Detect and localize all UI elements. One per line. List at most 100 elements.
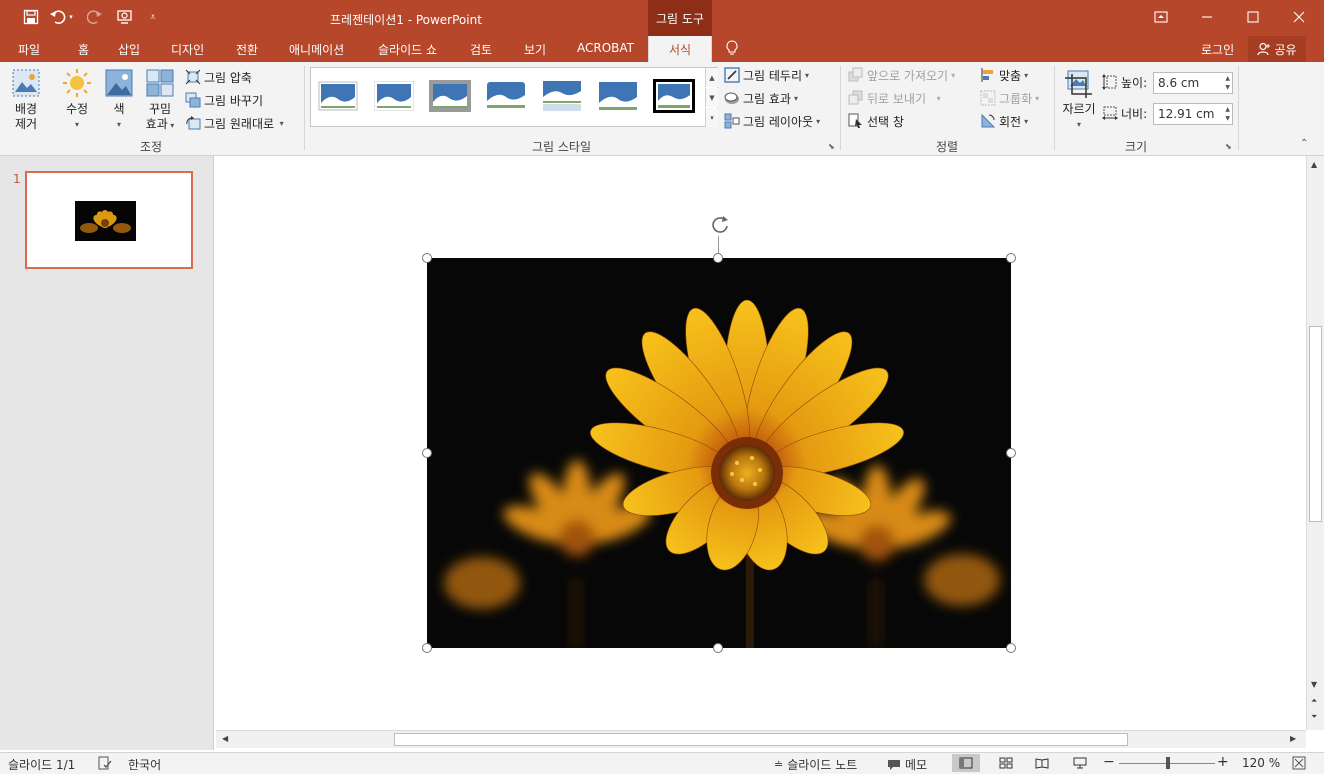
- size-dialog-launcher-icon[interactable]: ⬊: [1225, 142, 1232, 151]
- close-icon[interactable]: [1276, 4, 1322, 30]
- picture-style-7[interactable]: [653, 78, 695, 114]
- normal-view-icon[interactable]: [952, 754, 980, 772]
- maximize-icon[interactable]: [1230, 4, 1276, 30]
- tab-design[interactable]: 디자인: [171, 41, 204, 58]
- resize-handle-left[interactable]: [422, 448, 432, 458]
- next-slide-icon[interactable]: ⏷: [1311, 712, 1317, 722]
- change-picture-button[interactable]: 그림 바꾸기: [185, 90, 263, 110]
- spell-check-icon[interactable]: [98, 756, 112, 770]
- picture-effects-button[interactable]: 그림 효과 ▾: [724, 88, 798, 108]
- width-up-icon[interactable]: ▲: [1225, 106, 1230, 113]
- lightbulb-icon[interactable]: [726, 40, 738, 59]
- scroll-left-icon[interactable]: ◀: [222, 734, 228, 743]
- color-button[interactable]: 색 ▾: [103, 68, 135, 132]
- adjust-group-label: 조정: [140, 140, 163, 154]
- tab-slideshow[interactable]: 슬라이드 쇼: [378, 41, 437, 58]
- tab-review[interactable]: 검토: [470, 41, 492, 58]
- rotate-button[interactable]: 회전 ▾: [980, 111, 1028, 131]
- resize-handle-bottom[interactable]: [713, 643, 723, 653]
- notes-button[interactable]: ≐ 슬라이드 노트: [774, 756, 857, 773]
- reading-view-icon[interactable]: [1028, 754, 1056, 772]
- tab-animations[interactable]: 애니메이션: [289, 41, 344, 58]
- picture-border-button[interactable]: 그림 테두리 ▾: [724, 65, 809, 85]
- picture-styles-gallery[interactable]: ▲ ▼ ▾: [310, 67, 718, 127]
- send-backward-button[interactable]: 뒤로 보내기 ▾: [848, 88, 941, 108]
- picture-style-5[interactable]: [541, 78, 583, 114]
- tab-format[interactable]: 서식: [648, 36, 712, 62]
- undo-icon[interactable]: ▾: [48, 6, 74, 28]
- scroll-up-icon[interactable]: ▲: [1311, 160, 1317, 169]
- collapse-ribbon-icon[interactable]: ⌃: [1300, 138, 1308, 149]
- resize-handle-bottom-left[interactable]: [422, 643, 432, 653]
- tab-transitions[interactable]: 전환: [236, 41, 258, 58]
- share-button[interactable]: 공유: [1248, 36, 1306, 62]
- tab-insert[interactable]: 삽입: [118, 41, 140, 58]
- gallery-scroll-down-icon[interactable]: ▼: [705, 88, 718, 107]
- gallery-scroll-up-icon[interactable]: ▲: [705, 68, 718, 87]
- picture-layout-button[interactable]: 그림 레이아웃 ▾: [724, 111, 820, 131]
- comments-button[interactable]: 메모: [887, 756, 927, 773]
- fit-to-window-icon[interactable]: [1292, 756, 1306, 770]
- align-icon: [981, 68, 993, 82]
- resize-handle-bottom-right[interactable]: [1006, 643, 1016, 653]
- vertical-scroll-thumb[interactable]: [1309, 326, 1322, 522]
- crop-button[interactable]: 자르기 ▾: [1060, 68, 1098, 132]
- reset-picture-button[interactable]: 그림 원래대로 ▾: [185, 113, 284, 133]
- artistic-effects-button[interactable]: 꾸밈 효과 ▾: [140, 68, 180, 133]
- scroll-down-icon[interactable]: ▼: [1311, 680, 1317, 689]
- picture-style-6[interactable]: [597, 78, 639, 114]
- ribbon-display-options-icon[interactable]: [1138, 4, 1184, 30]
- slide-sorter-view-icon[interactable]: [992, 754, 1020, 772]
- previous-slide-icon[interactable]: ⏶: [1311, 696, 1317, 706]
- width-down-icon[interactable]: ▼: [1225, 115, 1230, 122]
- zoom-out-icon[interactable]: −: [1103, 754, 1115, 770]
- share-label: 공유: [1274, 42, 1297, 57]
- login-link[interactable]: 로그인: [1201, 41, 1234, 58]
- slide-thumbnail-picture: [75, 201, 136, 241]
- tab-home[interactable]: 홈: [78, 41, 89, 58]
- save-icon[interactable]: [18, 6, 44, 28]
- customize-icon[interactable]: ⩡: [140, 6, 166, 28]
- height-input[interactable]: 8.6 cm ▲ ▼: [1153, 72, 1233, 94]
- resize-handle-top-right[interactable]: [1006, 253, 1016, 263]
- ribbon-format: 배경 제거 수정 ▾ 색 ▾ 꾸밈 효과 ▾ 그림 압축 그림 바꾸기 그림 원…: [0, 62, 1324, 156]
- resize-handle-top[interactable]: [713, 253, 723, 263]
- picture-style-4[interactable]: [485, 78, 527, 114]
- height-down-icon[interactable]: ▼: [1225, 84, 1230, 91]
- touch-mode-icon[interactable]: [112, 6, 138, 28]
- gallery-more-icon[interactable]: ▾: [705, 108, 718, 127]
- resize-handle-right[interactable]: [1006, 448, 1016, 458]
- tab-acrobat[interactable]: ACROBAT: [577, 41, 634, 55]
- picture-style-2[interactable]: [373, 78, 415, 114]
- resize-handle-top-left[interactable]: [422, 253, 432, 263]
- picture-style-3[interactable]: [429, 78, 471, 114]
- width-input[interactable]: 12.91 cm ▲ ▼: [1153, 103, 1233, 125]
- horizontal-scrollbar[interactable]: ◀ ▶: [216, 730, 1306, 748]
- bring-forward-button[interactable]: 앞으로 가져오기 ▾: [848, 65, 955, 85]
- vertical-scrollbar[interactable]: ▲ ▼ ⏶ ⏷: [1306, 156, 1324, 730]
- slide-thumbnail[interactable]: [25, 171, 193, 269]
- slideshow-view-icon[interactable]: [1066, 754, 1094, 772]
- rotate-handle-icon[interactable]: [709, 214, 731, 236]
- flower-picture[interactable]: [427, 258, 1011, 648]
- redo-icon[interactable]: [82, 6, 108, 28]
- zoom-in-icon[interactable]: +: [1217, 754, 1229, 770]
- width-label: 너비:: [1102, 103, 1147, 123]
- height-up-icon[interactable]: ▲: [1225, 75, 1230, 82]
- minimize-icon[interactable]: [1184, 4, 1230, 30]
- horizontal-scroll-thumb[interactable]: [394, 733, 1128, 746]
- picture-style-1[interactable]: [317, 78, 359, 114]
- group-button[interactable]: 그룹화 ▾: [980, 88, 1039, 108]
- compress-pictures-button[interactable]: 그림 압축: [185, 67, 252, 87]
- zoom-level[interactable]: 120 %: [1242, 756, 1280, 770]
- remove-background-button[interactable]: 배경 제거: [8, 68, 44, 132]
- language-indicator[interactable]: 한국어: [128, 756, 161, 773]
- tab-file[interactable]: 파일: [18, 41, 40, 58]
- corrections-button[interactable]: 수정 ▾: [60, 68, 94, 132]
- selection-pane-button[interactable]: 선택 창: [848, 111, 904, 131]
- dialog-launcher-icon[interactable]: ⬊: [828, 142, 835, 151]
- zoom-slider-thumb[interactable]: [1166, 757, 1170, 769]
- align-button[interactable]: 맞춤 ▾: [980, 65, 1028, 85]
- tab-view[interactable]: 보기: [524, 41, 546, 58]
- scroll-right-icon[interactable]: ▶: [1290, 734, 1296, 743]
